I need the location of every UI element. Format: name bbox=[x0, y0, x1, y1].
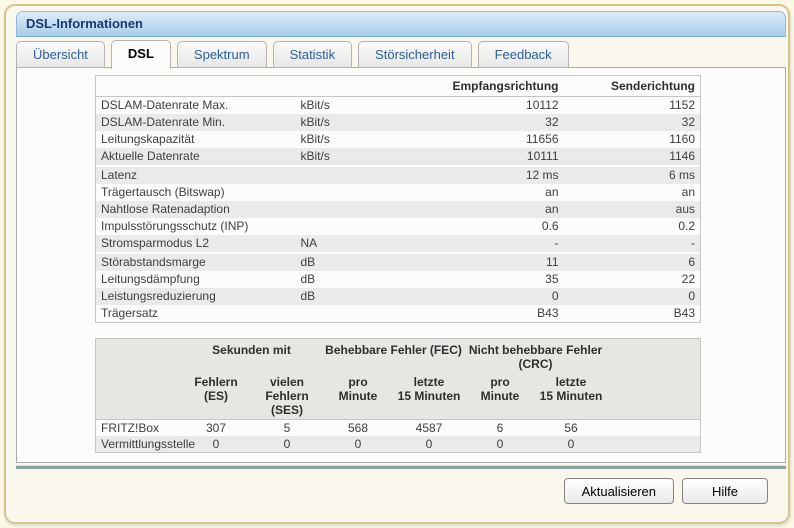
tab-feedback[interactable]: Feedback bbox=[478, 41, 569, 68]
col-header-unit bbox=[296, 76, 406, 97]
tab-uebersicht[interactable]: Übersicht bbox=[16, 41, 105, 68]
help-button[interactable]: Hilfe bbox=[682, 478, 768, 504]
table-row: StörabstandsmargedB116 bbox=[96, 254, 701, 271]
group-header-filler bbox=[607, 339, 701, 374]
table-row: Nahtlose Ratenadaptionanaus bbox=[96, 201, 701, 218]
dsl-content-panel: Empfangsrichtung Senderichtung DSLAM-Dat… bbox=[16, 67, 786, 463]
tab-dsl[interactable]: DSL bbox=[111, 40, 171, 69]
window-titlebar: DSL-Informationen bbox=[16, 11, 786, 37]
table-row-vermittlungsstelle: Vermittlungsstelle 0 0 0 0 0 0 bbox=[96, 436, 701, 453]
col-header-upstream: Senderichtung bbox=[564, 76, 701, 97]
col-header-crc-per-minute: proMinute bbox=[465, 373, 536, 420]
content-separator bbox=[16, 465, 786, 469]
tab-statistik[interactable]: Statistik bbox=[273, 41, 353, 68]
table-row: Aktuelle DatenratekBit/s101111146 bbox=[96, 148, 701, 165]
table-row-fritzbox: FRITZ!Box 307 5 568 4587 6 56 bbox=[96, 420, 701, 437]
table-row: LeitungsdämpfungdB3522 bbox=[96, 271, 701, 288]
table-row: LeitungskapazitätkBit/s116561160 bbox=[96, 131, 701, 148]
page-title: DSL-Informationen bbox=[26, 16, 143, 31]
table-row: Stromsparmodus L2NA-- bbox=[96, 235, 701, 252]
group-header-seconds: Sekunden mit bbox=[181, 339, 323, 374]
table-row: DSLAM-Datenrate Max.kBit/s101121152 bbox=[96, 97, 701, 115]
refresh-button[interactable]: Aktualisieren bbox=[564, 478, 674, 504]
table-row: DSLAM-Datenrate Min.kBit/s3232 bbox=[96, 114, 701, 131]
table-header-row: Empfangsrichtung Senderichtung bbox=[96, 76, 701, 97]
group-header-fec: Behebbare Fehler (FEC) bbox=[323, 339, 465, 374]
col-header-ses: vielenFehlern (SES) bbox=[252, 373, 323, 420]
table-row: Impulsstörungsschutz (INP)0.60.2 bbox=[96, 218, 701, 235]
col-header-fec-per-minute: proMinute bbox=[323, 373, 394, 420]
col-header-crc-last-15min: letzte15 Minuten bbox=[536, 373, 607, 420]
tab-bar: Übersicht DSL Spektrum Statistik Störsic… bbox=[16, 40, 569, 68]
table-row: Latenz12 ms6 ms bbox=[96, 167, 701, 184]
col-header-fec-last-15min: letzte15 Minuten bbox=[394, 373, 465, 420]
button-row: Aktualisieren Hilfe bbox=[564, 478, 768, 504]
dsl-information-window: DSL-Informationen Übersicht DSL Spektrum… bbox=[4, 4, 790, 524]
col-header-parameter bbox=[96, 76, 296, 97]
error-statistics-table: Sekunden mit Behebbare Fehler (FEC) Nich… bbox=[95, 338, 701, 453]
tab-stoersicherheit[interactable]: Störsicherheit bbox=[358, 41, 471, 68]
dsl-parameters-table: Empfangsrichtung Senderichtung DSLAM-Dat… bbox=[95, 75, 701, 323]
group-header-row: Sekunden mit Behebbare Fehler (FEC) Nich… bbox=[96, 339, 701, 374]
table-row: Trägertausch (Bitswap)anan bbox=[96, 184, 701, 201]
col-header-downstream: Empfangsrichtung bbox=[406, 76, 564, 97]
col-header-es: Fehlern (ES) bbox=[181, 373, 252, 420]
sub-header-row: Fehlern (ES) vielenFehlern (SES) proMinu… bbox=[96, 373, 701, 420]
sub-header-filler bbox=[607, 373, 701, 420]
group-header-crc: Nicht behebbare Fehler(CRC) bbox=[465, 339, 607, 374]
table-row: TrägersatzB43B43 bbox=[96, 305, 701, 323]
table-row: LeistungsreduzierungdB00 bbox=[96, 288, 701, 305]
tab-spektrum[interactable]: Spektrum bbox=[177, 41, 267, 68]
